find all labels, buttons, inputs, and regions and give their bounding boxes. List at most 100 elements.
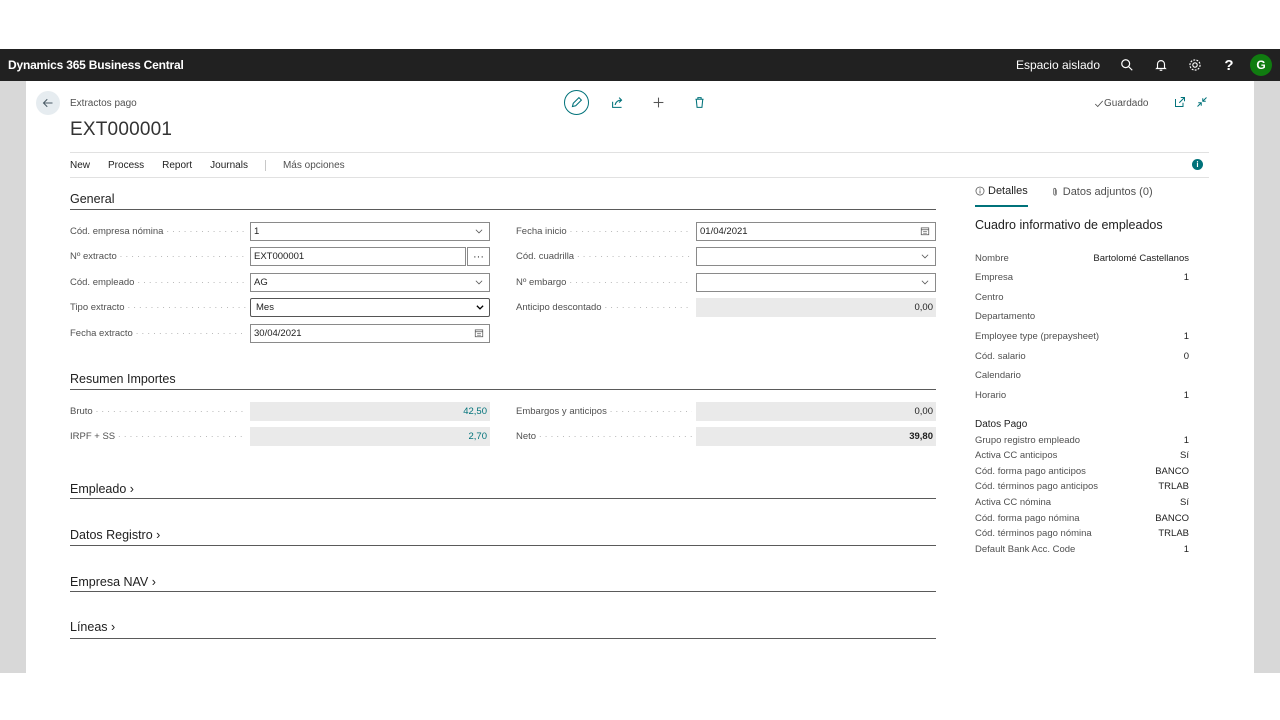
section-title: Líneas (70, 620, 108, 634)
info-icon[interactable]: i (1192, 159, 1203, 170)
field-label: Cód. empresa nómina (70, 226, 246, 237)
backdrop-left (0, 81, 26, 673)
factbox-row: Departamento (975, 311, 1036, 322)
info-circle-icon (975, 186, 985, 196)
factbox-row: Activa CC anticipos Sí (975, 450, 1189, 461)
help-icon[interactable]: ? (1212, 49, 1246, 81)
edit-icon[interactable] (564, 90, 589, 115)
section-divider (70, 591, 936, 592)
action-new[interactable]: New (70, 160, 90, 171)
field-value: EXT000001 (254, 251, 305, 262)
advance-discounted-value: 0,00 (696, 298, 936, 317)
field-label: IRPF + SS (70, 431, 246, 442)
bell-icon[interactable] (1144, 49, 1178, 81)
field-label: Neto (516, 431, 692, 442)
app-bar: Dynamics 365 Business Central Espacio ai… (0, 49, 1280, 81)
factbox-row: Horario 1 (975, 390, 1189, 401)
employee-code-dropdown[interactable]: AG (250, 273, 490, 292)
factbox-row: Nombre Bartolomé Castellanos (975, 253, 1189, 264)
action-process[interactable]: Process (108, 160, 144, 171)
header-toolbar (564, 90, 728, 115)
factbox-title: Cuadro informativo de empleados (975, 218, 1163, 232)
section-divider (70, 389, 936, 390)
garnishments-advances-value: 0,00 (696, 402, 936, 421)
delete-icon[interactable] (687, 90, 712, 115)
section-general-title[interactable]: General (70, 192, 114, 206)
factbox-row: Empresa 1 (975, 272, 1189, 283)
factbox-row: Calendario (975, 370, 1021, 381)
factbox-row: Default Bank Acc. Code 1 (975, 544, 1189, 555)
factbox-row: Cód. salario 0 (975, 351, 1189, 362)
section-divider (70, 545, 936, 546)
section-title: Empleado (70, 482, 127, 496)
crew-code-dropdown[interactable] (696, 247, 936, 266)
action-report[interactable]: Report (162, 160, 192, 171)
statement-number-field[interactable]: EXT000001 (250, 247, 466, 266)
paperclip-icon (1053, 187, 1057, 196)
checkmark-icon (1094, 100, 1104, 107)
environment-label[interactable]: Espacio aislado (1016, 58, 1100, 72)
chevron-down-icon[interactable] (920, 251, 930, 264)
garnishment-number-dropdown[interactable] (696, 273, 936, 292)
field-label: Nº extracto (70, 251, 246, 262)
factbox-row: Centro (975, 292, 1004, 303)
chevron-down-icon[interactable] (475, 302, 485, 315)
tab-details[interactable]: Detalles (975, 185, 1028, 207)
field-label: Cód. cuadrilla (516, 251, 692, 262)
action-more-options[interactable]: Más opciones (264, 159, 345, 171)
page-caption: Extractos pago (70, 98, 137, 109)
section-lines-toggle[interactable]: Líneas › (70, 620, 115, 634)
search-icon[interactable] (1110, 49, 1144, 81)
tab-label: Detalles (988, 185, 1028, 197)
chevron-down-icon[interactable] (474, 277, 484, 290)
section-posting-toggle[interactable]: Datos Registro › (70, 528, 160, 542)
tax-ss-amount-value[interactable]: 2,70 (250, 427, 490, 446)
section-company-nav-toggle[interactable]: Empresa NAV › (70, 575, 156, 589)
factbox-row: Employee type (prepaysheet) 1 (975, 331, 1189, 342)
statement-date-field[interactable]: 30/04/2021 (250, 324, 490, 343)
chevron-down-icon[interactable] (920, 277, 930, 290)
page-title: EXT000001 (70, 119, 173, 140)
top-margin (0, 0, 1280, 49)
factbox-row: Grupo registro empleado 1 (975, 435, 1189, 446)
section-employee-toggle[interactable]: Empleado › (70, 482, 134, 496)
gross-amount-value[interactable]: 42,50 (250, 402, 490, 421)
calendar-icon[interactable] (474, 328, 484, 341)
chevron-right-icon: › (111, 620, 116, 634)
factbox-tabs: Detalles Datos adjuntos (0) (975, 185, 1175, 207)
app-title[interactable]: Dynamics 365 Business Central (8, 58, 184, 72)
backdrop-right (1254, 81, 1280, 673)
payroll-company-dropdown[interactable]: 1 (250, 222, 490, 241)
back-arrow-icon[interactable] (36, 91, 60, 115)
lookup-ellipsis-button[interactable]: ··· (467, 247, 490, 266)
action-bar: New Process Report Journals Más opciones… (70, 152, 1209, 178)
factbox-row: Cód. forma pago anticipos BANCO (975, 466, 1189, 477)
add-icon[interactable] (646, 90, 671, 115)
factbox-row: Cód. forma pago nómina BANCO (975, 513, 1189, 524)
factbox-row: Cód. términos pago anticipos TRLAB (975, 481, 1189, 492)
section-title: Empresa NAV (70, 575, 149, 589)
collapse-icon[interactable] (1191, 96, 1213, 108)
action-journals[interactable]: Journals (210, 160, 248, 171)
card-page: Extractos pago EXT000001 Guardado New Pr… (26, 81, 1254, 673)
chevron-right-icon: › (156, 528, 161, 542)
field-value: Mes (256, 302, 274, 313)
factbox-row: Activa CC nómina Sí (975, 497, 1189, 508)
save-status-label: Guardado (1104, 98, 1149, 109)
chevron-down-icon[interactable] (474, 226, 484, 239)
avatar[interactable]: G (1250, 54, 1272, 76)
field-label: Fecha extracto (70, 328, 246, 339)
field-value: AG (254, 277, 268, 288)
calendar-icon[interactable] (920, 226, 930, 239)
gear-icon[interactable] (1178, 49, 1212, 81)
section-title: Datos Registro (70, 528, 153, 542)
field-label: Cód. empleado (70, 277, 246, 288)
start-date-field[interactable]: 01/04/2021 (696, 222, 936, 241)
share-icon[interactable] (605, 90, 630, 115)
open-new-window-icon[interactable] (1169, 96, 1191, 108)
tab-attachments[interactable]: Datos adjuntos (0) (1050, 185, 1153, 207)
section-summary-title[interactable]: Resumen Importes (70, 372, 176, 386)
statement-type-select[interactable]: Mes (250, 298, 490, 317)
field-value: 1 (254, 226, 260, 237)
chevron-right-icon: › (129, 482, 134, 496)
